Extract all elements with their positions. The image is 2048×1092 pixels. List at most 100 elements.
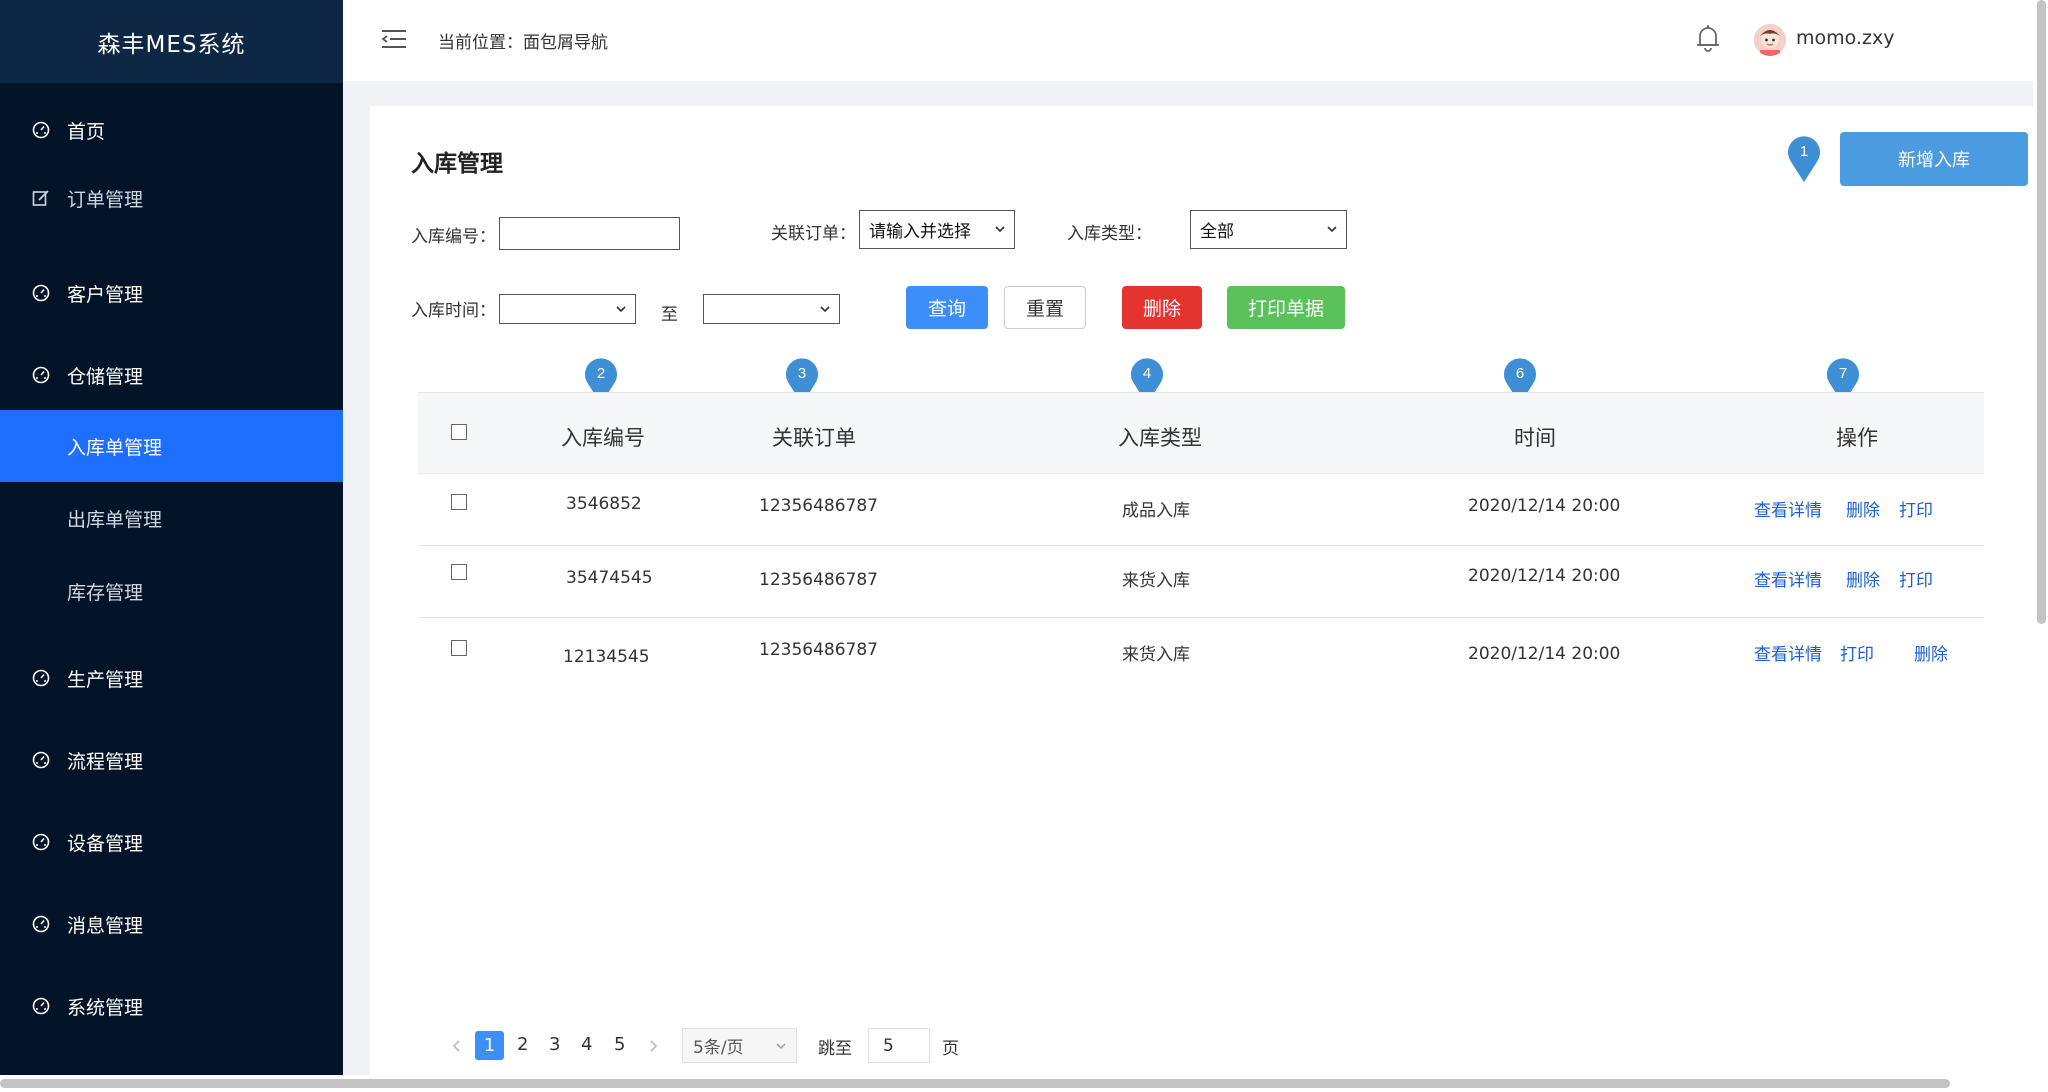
- sidebar-item-inventory[interactable]: 库存管理: [0, 555, 343, 627]
- page-button[interactable]: 2: [517, 1034, 528, 1055]
- time-to-select[interactable]: [703, 294, 840, 324]
- sidebar-item-label: 首页: [67, 120, 106, 143]
- main-content: 入库管理 新增入库 1 入库编号： 关联订单： 请输入并选择 入库类型： 全部 …: [370, 106, 2033, 1075]
- jump-page-input[interactable]: 5: [868, 1028, 930, 1063]
- sidebar-item-system[interactable]: 系统管理: [0, 970, 343, 1042]
- avatar[interactable]: [1754, 24, 1786, 56]
- sidebar-item-process[interactable]: 流程管理: [0, 724, 343, 796]
- sidebar-item-warehouse[interactable]: 仓储管理: [0, 339, 343, 411]
- print-button[interactable]: 打印单据: [1227, 286, 1345, 329]
- marker-number: 1: [1800, 143, 1808, 160]
- delete-link[interactable]: 删除: [1846, 566, 1880, 591]
- inbound-type: 成品入库: [1122, 501, 1190, 521]
- edit-icon: [32, 190, 49, 206]
- marker-number: 7: [1839, 365, 1847, 382]
- inbound-time: 2020/12/14 20:00: [1468, 566, 1621, 586]
- view-details-link[interactable]: 查看详情: [1754, 640, 1822, 665]
- marker-pin-icon: 1: [1786, 134, 1822, 186]
- type-label: 入库类型：: [1067, 224, 1152, 244]
- chevron-right-icon[interactable]: [647, 1039, 659, 1053]
- inbound-time: 2020/12/14 20:00: [1468, 496, 1621, 516]
- sidebar-item-label: 出库单管理: [67, 508, 163, 531]
- page-button-current[interactable]: 1: [475, 1031, 504, 1060]
- page-size-value: 5条/页: [693, 1038, 744, 1058]
- vertical-scrollbar[interactable]: [2033, 0, 2048, 1075]
- username[interactable]: momo.zxy: [1796, 27, 1894, 49]
- inbound-code: 35474545: [566, 568, 653, 588]
- column-header: 操作: [1836, 426, 1878, 450]
- print-link[interactable]: 打印: [1840, 640, 1874, 665]
- print-link[interactable]: 打印: [1899, 566, 1933, 591]
- sidebar-item-label: 流程管理: [67, 750, 144, 773]
- menu-toggle-icon[interactable]: [380, 28, 408, 50]
- sidebar-item-orders[interactable]: 订单管理: [0, 162, 343, 234]
- app-title: 森丰MES系统: [0, 0, 343, 83]
- sidebar-item-label: 入库单管理: [67, 436, 163, 459]
- sidebar-item-equipment[interactable]: 设备管理: [0, 806, 343, 878]
- sidebar-item-messages[interactable]: 消息管理: [0, 888, 343, 960]
- related-order: 12356486787: [759, 496, 878, 516]
- page-suffix-label: 页: [942, 1039, 959, 1059]
- sidebar-item-outbound[interactable]: 出库单管理: [0, 482, 343, 554]
- page-button[interactable]: 5: [614, 1034, 625, 1055]
- column-header: 入库编号: [561, 426, 645, 450]
- page-button[interactable]: 3: [549, 1034, 560, 1055]
- dashboard-icon: [32, 751, 50, 769]
- chevron-down-icon: [776, 1043, 786, 1049]
- jump-label: 跳至: [818, 1039, 852, 1059]
- dashboard-icon: [32, 997, 50, 1015]
- type-select[interactable]: 全部: [1190, 210, 1347, 249]
- column-header: 时间: [1514, 426, 1556, 450]
- table-row: 35474545 12356486787 来货入库 2020/12/14 20:…: [418, 546, 1984, 618]
- inbound-code: 12134545: [563, 647, 650, 667]
- scrollbar-thumb[interactable]: [0, 1079, 1950, 1088]
- reset-button[interactable]: 重置: [1004, 286, 1086, 329]
- sidebar-item-label: 订单管理: [67, 188, 144, 211]
- order-select[interactable]: 请输入并选择: [859, 210, 1015, 249]
- bell-icon[interactable]: [1695, 23, 1721, 53]
- top-header: 当前位置：面包屑导航 momo.zxy: [343, 0, 2033, 81]
- sidebar-item-inbound[interactable]: 入库单管理: [0, 410, 343, 482]
- sidebar-item-label: 客户管理: [67, 283, 144, 306]
- delete-link[interactable]: 删除: [1846, 496, 1880, 521]
- page-button[interactable]: 4: [581, 1034, 592, 1055]
- sidebar-item-production[interactable]: 生产管理: [0, 642, 343, 714]
- code-label: 入库编号：: [411, 227, 496, 247]
- chevron-left-icon[interactable]: [451, 1039, 463, 1053]
- page-size-select[interactable]: 5条/页: [682, 1028, 797, 1063]
- dashboard-icon: [32, 366, 50, 384]
- breadcrumb: 当前位置：面包屑导航: [438, 33, 608, 53]
- print-link[interactable]: 打印: [1899, 496, 1933, 521]
- sidebar-item-home[interactable]: 首页: [0, 94, 343, 166]
- chevron-down-icon: [820, 306, 830, 313]
- sidebar-item-label: 系统管理: [67, 996, 144, 1019]
- dashboard-icon: [32, 833, 50, 851]
- row-checkbox[interactable]: [451, 564, 467, 580]
- related-order: 12356486787: [759, 570, 878, 590]
- horizontal-scrollbar[interactable]: [0, 1075, 2048, 1092]
- sidebar-item-customers[interactable]: 客户管理: [0, 257, 343, 329]
- delete-button[interactable]: 删除: [1122, 286, 1202, 329]
- view-details-link[interactable]: 查看详情: [1754, 566, 1822, 591]
- dashboard-icon: [32, 284, 50, 302]
- time-from-select[interactable]: [499, 294, 636, 324]
- view-details-link[interactable]: 查看详情: [1754, 496, 1822, 521]
- dashboard-icon: [32, 669, 50, 687]
- order-select-value: 请输入并选择: [869, 222, 971, 242]
- delete-link[interactable]: 删除: [1914, 640, 1948, 665]
- table-header: 入库编号 关联订单 入库类型 时间 操作: [418, 392, 1984, 474]
- sidebar-item-label: 消息管理: [67, 914, 144, 937]
- column-header: 关联订单: [772, 426, 856, 450]
- select-all-checkbox[interactable]: [451, 424, 467, 440]
- inbound-type: 来货入库: [1122, 571, 1190, 591]
- column-header: 入库类型: [1118, 426, 1202, 450]
- marker-number: 2: [597, 365, 605, 382]
- code-input[interactable]: [499, 217, 680, 250]
- chevron-down-icon: [995, 226, 1005, 233]
- query-button[interactable]: 查询: [906, 286, 988, 329]
- row-checkbox[interactable]: [451, 494, 467, 510]
- add-inbound-button[interactable]: 新增入库: [1840, 132, 2028, 186]
- row-checkbox[interactable]: [451, 640, 467, 656]
- table-row: 12134545 12356486787 来货入库 2020/12/14 20:…: [418, 618, 1984, 690]
- scrollbar-thumb[interactable]: [2037, 0, 2046, 624]
